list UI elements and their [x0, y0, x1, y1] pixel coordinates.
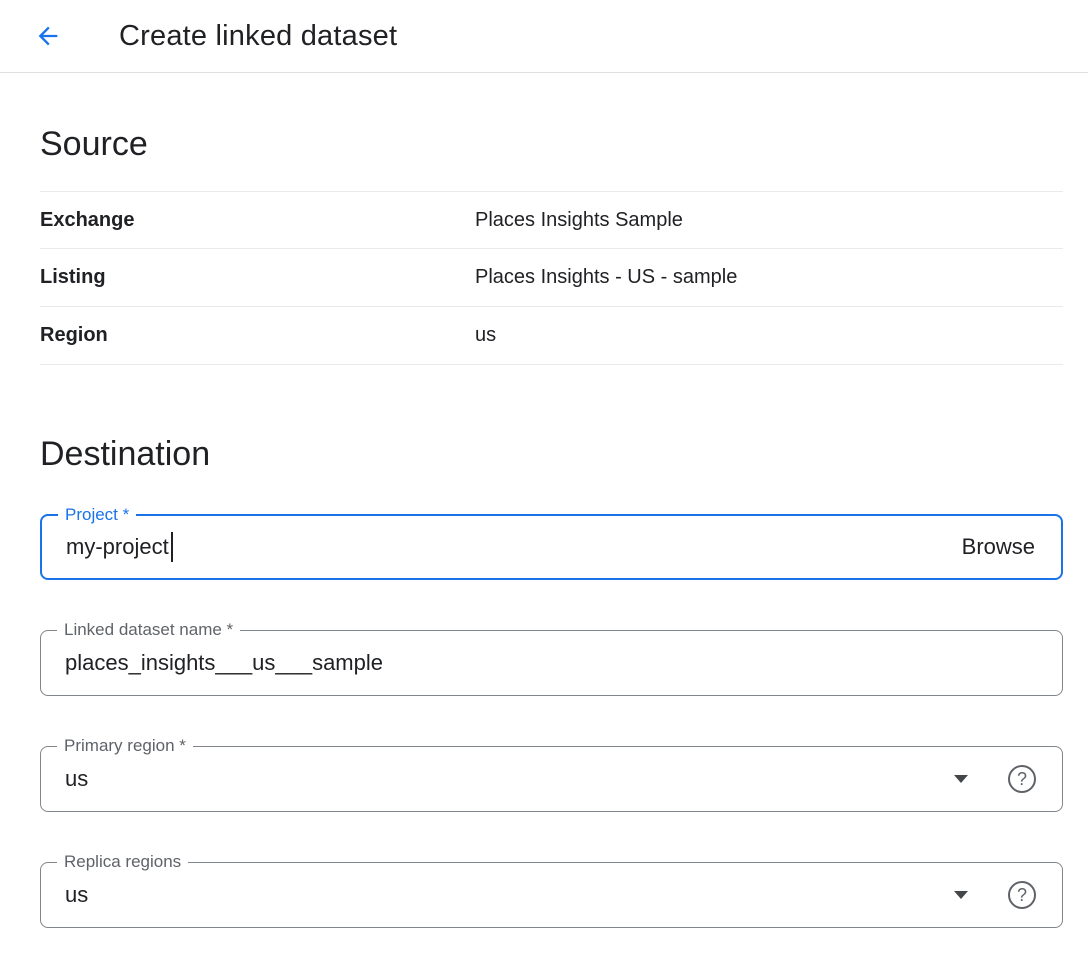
text-cursor — [171, 532, 173, 562]
main-content: Source Exchange Places Insights Sample L… — [0, 125, 1088, 928]
help-icon[interactable]: ? — [1008, 765, 1036, 793]
header: Create linked dataset — [0, 0, 1088, 73]
primary-region-label: Primary region * — [57, 736, 193, 756]
chevron-down-icon — [954, 775, 968, 783]
row-value-listing: Places Insights - US - sample — [475, 266, 737, 289]
row-label-exchange: Exchange — [40, 209, 475, 232]
source-heading: Source — [40, 125, 1063, 164]
destination-heading: Destination — [40, 435, 1063, 474]
source-table: Exchange Places Insights Sample Listing … — [40, 191, 1063, 365]
chevron-down-icon — [954, 891, 968, 899]
table-row: Exchange Places Insights Sample — [40, 191, 1063, 249]
primary-region-select[interactable]: Primary region * us ? — [40, 746, 1063, 812]
row-value-exchange: Places Insights Sample — [475, 209, 683, 232]
project-input[interactable]: Project * my-project Browse — [40, 514, 1063, 580]
primary-region-value: us — [65, 766, 88, 792]
project-value: my-project — [66, 534, 169, 560]
replica-regions-label: Replica regions — [57, 852, 188, 872]
table-row: Listing Places Insights - US - sample — [40, 249, 1063, 307]
browse-button[interactable]: Browse — [962, 534, 1035, 560]
linked-dataset-name-label: Linked dataset name * — [57, 620, 240, 640]
row-label-region: Region — [40, 324, 475, 347]
row-value-region: us — [475, 324, 496, 347]
replica-regions-value: us — [65, 882, 88, 908]
linked-dataset-name-value: places_insights___us___sample — [65, 650, 383, 676]
replica-regions-select[interactable]: Replica regions us ? — [40, 862, 1063, 928]
page-title: Create linked dataset — [119, 20, 397, 53]
help-icon[interactable]: ? — [1008, 881, 1036, 909]
table-row: Region us — [40, 307, 1063, 365]
back-arrow-icon — [34, 22, 62, 50]
destination-form: Project * my-project Browse Linked datas… — [40, 514, 1063, 928]
linked-dataset-name-input[interactable]: Linked dataset name * places_insights___… — [40, 630, 1063, 696]
back-button[interactable] — [24, 12, 72, 60]
row-label-listing: Listing — [40, 266, 475, 289]
project-label: Project * — [58, 505, 136, 525]
